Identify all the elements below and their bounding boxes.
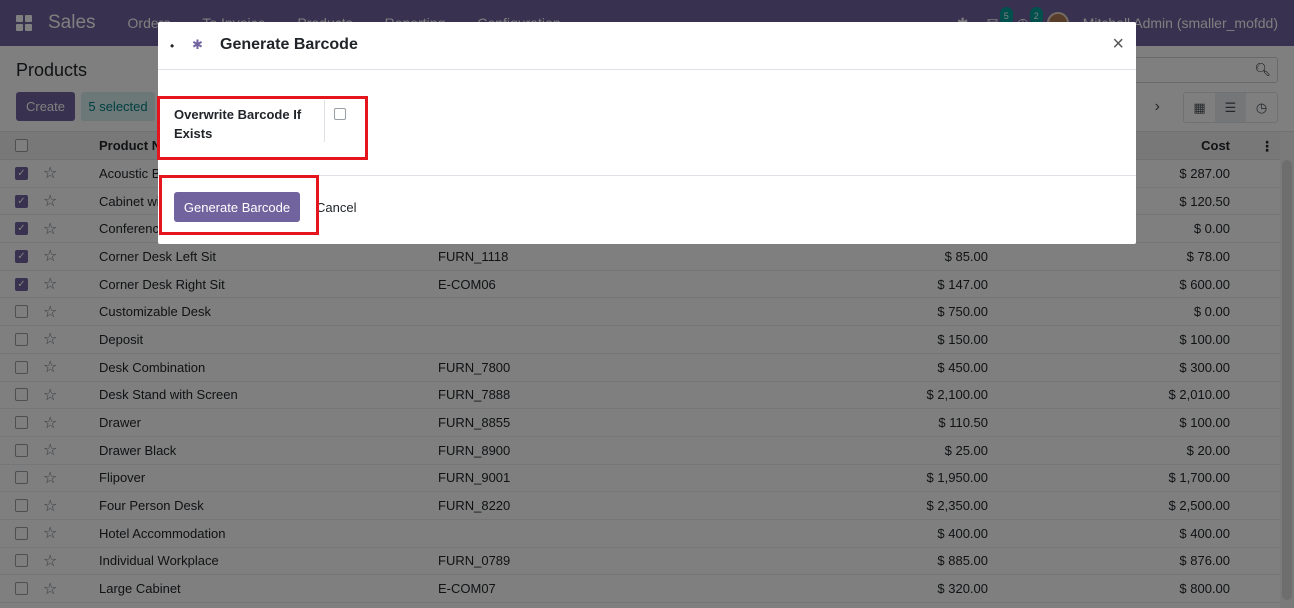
- bullet-icon: •: [170, 39, 175, 53]
- cancel-button[interactable]: Cancel: [316, 200, 356, 215]
- bug-icon[interactable]: ✱: [192, 37, 203, 53]
- highlight-box-button: [159, 175, 319, 235]
- close-icon[interactable]: ×: [1112, 33, 1124, 56]
- highlight-box-field: [157, 96, 368, 160]
- modal-header: • ✱ Generate Barcode ×: [158, 22, 1136, 70]
- modal-title: Generate Barcode: [220, 36, 358, 53]
